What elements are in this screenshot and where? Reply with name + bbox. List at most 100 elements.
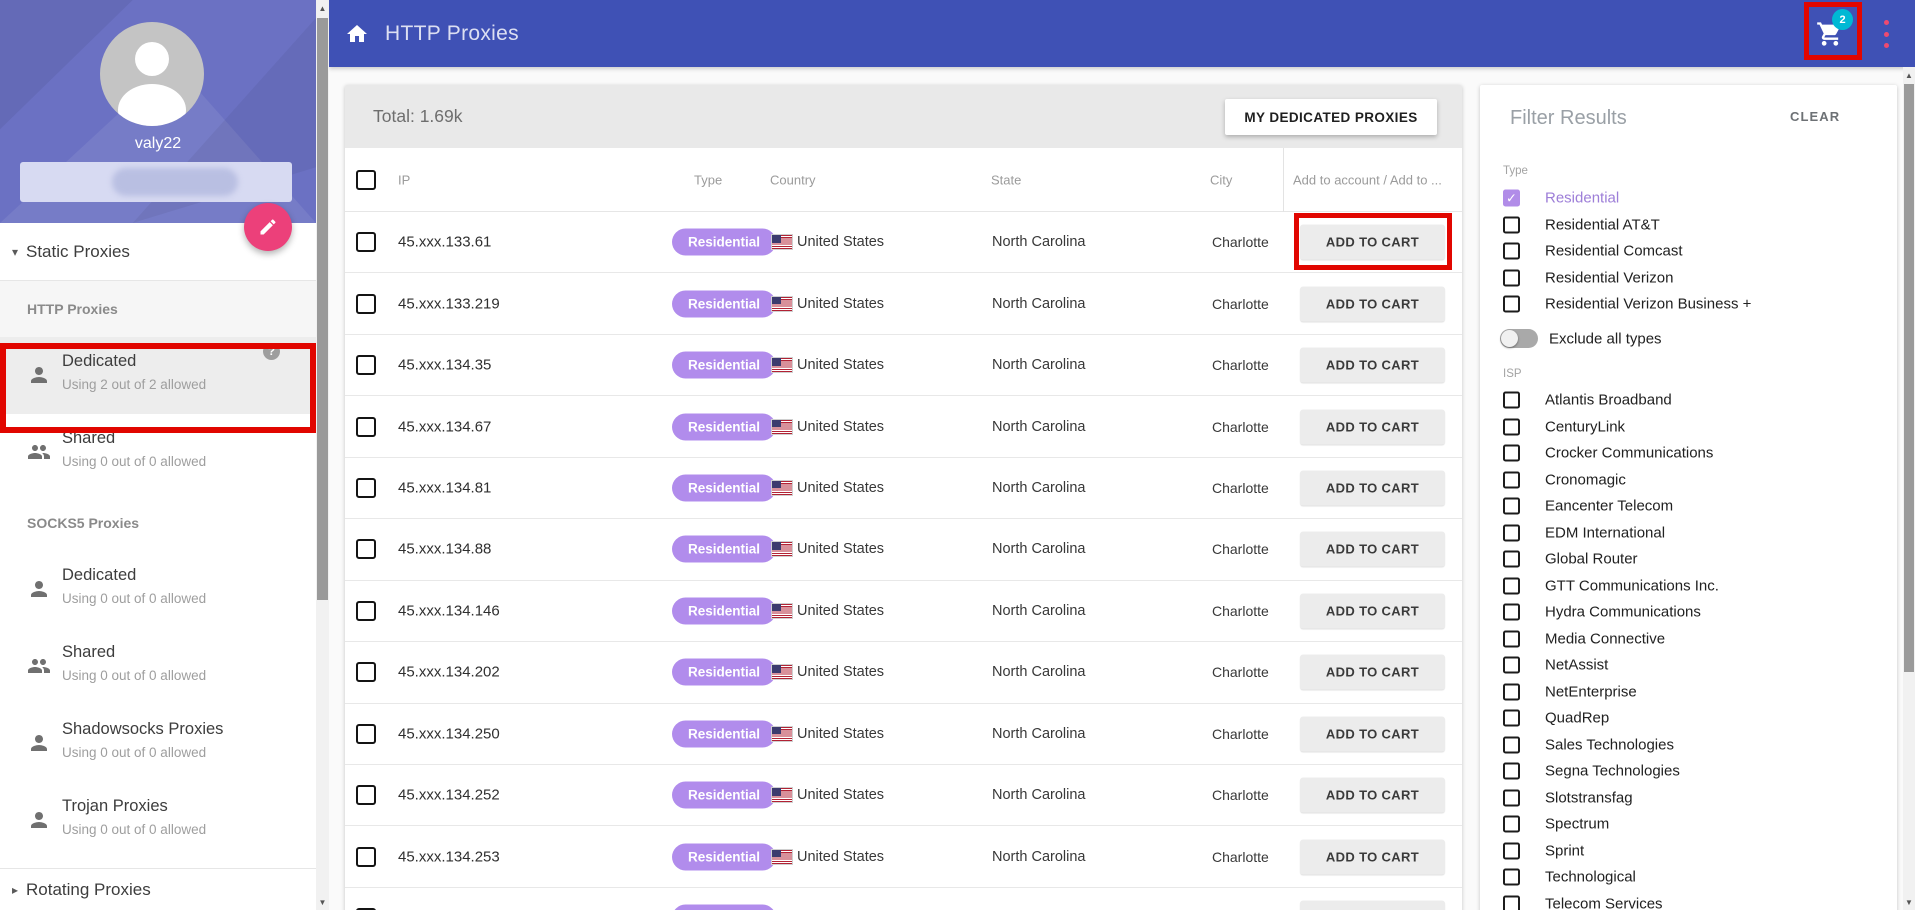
checkbox[interactable]	[1503, 418, 1520, 435]
add-to-cart-button[interactable]: ADD TO CART	[1300, 348, 1445, 383]
filter-isp-option[interactable]: Cronomagic	[1480, 467, 1897, 494]
filter-isp-option[interactable]: Telecom Services	[1480, 891, 1897, 910]
filter-type-option[interactable]: Residential Comcast	[1480, 238, 1897, 265]
row-checkbox[interactable]	[356, 417, 376, 437]
filter-isp-option[interactable]: Sprint	[1480, 838, 1897, 865]
sidebar-item[interactable]: Dedicated Using 0 out of 0 allowed	[0, 551, 316, 628]
filter-isp-option[interactable]: GTT Communications Inc.	[1480, 573, 1897, 600]
sidebar-item[interactable]: Shared Using 0 out of 0 allowed	[0, 414, 316, 491]
exclude-all-types-toggle-row[interactable]: Exclude all types	[1480, 325, 1897, 353]
add-to-cart-button[interactable]: ADD TO CART	[1300, 593, 1445, 628]
add-to-cart-button[interactable]: ADD TO CART	[1300, 470, 1445, 505]
filter-isp-option[interactable]: Crocker Communications	[1480, 440, 1897, 467]
add-to-cart-button[interactable]: ADD TO CART	[1300, 901, 1445, 910]
filter-isp-option[interactable]: QuadRep	[1480, 705, 1897, 732]
overflow-menu-button[interactable]	[1876, 20, 1896, 48]
checkbox[interactable]	[1503, 604, 1520, 621]
checkbox[interactable]	[1503, 243, 1520, 260]
filter-type-option[interactable]: Residential Verizon	[1480, 265, 1897, 292]
add-to-cart-button[interactable]: ADD TO CART	[1300, 409, 1445, 444]
checkbox[interactable]	[1503, 630, 1520, 647]
clear-filters-button[interactable]: CLEAR	[1790, 109, 1840, 124]
type-badge: Residential	[672, 843, 776, 870]
sidebar-item[interactable]: Shadowsocks Proxies Using 0 out of 0 all…	[0, 705, 316, 782]
row-checkbox[interactable]	[356, 478, 376, 498]
filter-isp-option[interactable]: Media Connective	[1480, 626, 1897, 653]
checkbox[interactable]	[1503, 657, 1520, 674]
filter-isp-option[interactable]: Hydra Communications	[1480, 599, 1897, 626]
row-checkbox[interactable]	[356, 724, 376, 744]
row-checkbox[interactable]	[356, 232, 376, 252]
scroll-down-arrow-icon[interactable]: ▼	[316, 894, 329, 910]
sidebar-item[interactable]: Dedicated Using 2 out of 2 allowed ?	[0, 337, 316, 414]
filter-isp-option[interactable]: CenturyLink	[1480, 414, 1897, 441]
nav-rotating-proxies[interactable]: ▸ Rotating Proxies	[0, 868, 316, 910]
row-checkbox[interactable]	[356, 847, 376, 867]
checkbox[interactable]	[1503, 710, 1520, 727]
add-to-cart-button[interactable]: ADD TO CART	[1300, 716, 1445, 751]
add-to-cart-button[interactable]: ADD TO CART	[1300, 778, 1445, 813]
checkbox[interactable]	[1503, 789, 1520, 806]
checkbox[interactable]	[1503, 869, 1520, 886]
sidebar-scrollbar[interactable]: ▲ ▼	[316, 0, 329, 910]
scroll-down-arrow-icon[interactable]: ▼	[1903, 894, 1915, 910]
home-button[interactable]	[337, 14, 377, 54]
select-all-checkbox[interactable]	[356, 170, 376, 190]
checkbox[interactable]	[1503, 763, 1520, 780]
scrollbar-thumb[interactable]	[1904, 84, 1914, 672]
toggle-switch[interactable]	[1500, 329, 1538, 348]
checkbox[interactable]	[1503, 392, 1520, 409]
checkbox[interactable]	[1503, 524, 1520, 541]
filter-isp-option[interactable]: Slotstransfag	[1480, 785, 1897, 812]
filter-isp-option[interactable]: Segna Technologies	[1480, 758, 1897, 785]
cart-button[interactable]: 2	[1809, 8, 1857, 56]
filter-isp-option[interactable]: EDM International	[1480, 520, 1897, 547]
checkbox[interactable]	[1503, 842, 1520, 859]
add-to-cart-button[interactable]: ADD TO CART	[1300, 286, 1445, 321]
scroll-up-arrow-icon[interactable]: ▲	[316, 0, 329, 16]
checkbox[interactable]	[1503, 471, 1520, 488]
add-to-cart-button[interactable]: ADD TO CART	[1300, 655, 1445, 690]
my-dedicated-proxies-button[interactable]: MY DEDICATED PROXIES	[1225, 99, 1437, 135]
filter-isp-option[interactable]: Sales Technologies	[1480, 732, 1897, 759]
checkbox[interactable]	[1503, 498, 1520, 515]
filter-isp-option[interactable]: Eancenter Telecom	[1480, 493, 1897, 520]
add-to-cart-button[interactable]: ADD TO CART	[1300, 225, 1445, 260]
filter-isp-option[interactable]: Spectrum	[1480, 811, 1897, 838]
row-checkbox[interactable]	[356, 294, 376, 314]
sidebar-item[interactable]: Trojan Proxies Using 0 out of 0 allowed	[0, 782, 316, 859]
sidebar-item[interactable]: Shared Using 0 out of 0 allowed	[0, 628, 316, 705]
checkbox[interactable]	[1503, 551, 1520, 568]
add-to-cart-button[interactable]: ADD TO CART	[1300, 532, 1445, 567]
filter-type-option[interactable]: Residential AT&T	[1480, 212, 1897, 239]
filter-isp-option[interactable]: Technological	[1480, 864, 1897, 891]
checkbox[interactable]	[1503, 577, 1520, 594]
checkbox[interactable]	[1503, 269, 1520, 286]
filter-isp-option[interactable]: NetAssist	[1480, 652, 1897, 679]
help-icon[interactable]: ?	[263, 343, 280, 360]
row-checkbox[interactable]	[356, 785, 376, 805]
row-checkbox[interactable]	[356, 601, 376, 621]
checkbox[interactable]	[1503, 736, 1520, 753]
filter-isp-option[interactable]: Atlantis Broadband	[1480, 387, 1897, 414]
row-checkbox[interactable]	[356, 662, 376, 682]
row-checkbox[interactable]	[356, 355, 376, 375]
window-scrollbar[interactable]: ▲ ▼	[1903, 67, 1915, 910]
checkbox[interactable]	[1503, 216, 1520, 233]
filter-isp-option[interactable]: NetEnterprise	[1480, 679, 1897, 706]
checkbox[interactable]: ✓	[1503, 190, 1520, 207]
edit-profile-fab[interactable]	[244, 203, 292, 251]
row-checkbox[interactable]	[356, 539, 376, 559]
checkbox[interactable]	[1503, 816, 1520, 833]
filter-type-option[interactable]: Residential Verizon Business +	[1480, 291, 1897, 318]
profile-field[interactable]	[20, 162, 292, 202]
checkbox[interactable]	[1503, 683, 1520, 700]
filter-isp-option[interactable]: Global Router	[1480, 546, 1897, 573]
filter-type-option[interactable]: ✓ Residential	[1480, 185, 1897, 212]
add-to-cart-button[interactable]: ADD TO CART	[1300, 839, 1445, 874]
checkbox[interactable]	[1503, 445, 1520, 462]
scrollbar-thumb[interactable]	[317, 18, 328, 600]
checkbox[interactable]	[1503, 296, 1520, 313]
checkbox[interactable]	[1503, 895, 1520, 910]
scroll-up-arrow-icon[interactable]: ▲	[1903, 67, 1915, 83]
